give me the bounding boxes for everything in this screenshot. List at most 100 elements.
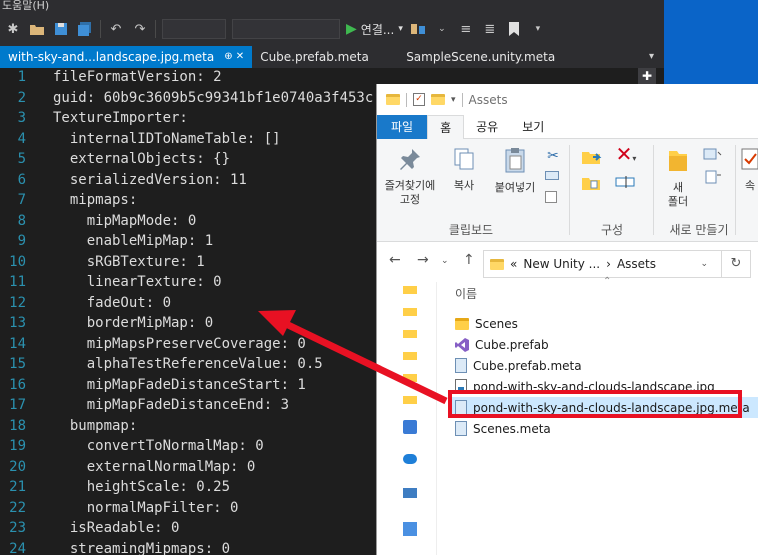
easy-access-button[interactable] [701, 169, 725, 189]
this-pc-icon[interactable] [403, 488, 417, 498]
address-overflow[interactable]: « [510, 257, 517, 271]
code-text: normalMapFilter: 0 [53, 499, 239, 516]
new-folder-button[interactable]: 새 폴더 [661, 147, 695, 209]
open-folder-icon[interactable] [28, 20, 46, 38]
properties-button[interactable]: 속 [739, 147, 758, 193]
redo-icon[interactable]: ↷ [131, 20, 149, 38]
line-number: 2 [17, 89, 26, 106]
folder-icon [386, 94, 400, 105]
toolbar-separator [155, 20, 156, 38]
nav-folder-icon[interactable] [403, 396, 417, 404]
network-icon[interactable] [403, 522, 417, 536]
list-item[interactable]: Cube.prefab.meta [451, 355, 758, 376]
list-item[interactable]: Cube.prefab [451, 334, 758, 355]
nav-folder-icon[interactable] [403, 330, 417, 338]
paste-button[interactable]: 붙여넣기 [489, 147, 541, 195]
new-folder-quick-icon[interactable] [431, 94, 445, 105]
line-number: 8 [17, 212, 26, 229]
new-project-icon[interactable]: ✱ [4, 20, 22, 38]
list-item[interactable]: Scenes.meta [451, 418, 758, 439]
pin-to-quick-access-button[interactable]: 즐겨찾기에 고정 [381, 147, 439, 207]
bookmark-icon[interactable] [505, 20, 523, 38]
tab-samplescene-meta[interactable]: SampleScene.unity.meta [398, 46, 563, 68]
code-text: bumpmap: [53, 417, 138, 434]
copy-path-button[interactable] [545, 171, 561, 180]
delete-button[interactable]: ✕▾ [611, 144, 641, 166]
overflow-icon[interactable]: ▾ [529, 20, 547, 38]
code-text: borderMipMap: 0 [53, 315, 214, 331]
breadcrumb-project[interactable]: New Unity ... [523, 257, 600, 271]
column-header-name[interactable]: 이름 [455, 285, 477, 302]
new-item-icon [703, 148, 722, 160]
code-text: linearTexture: 0 [53, 274, 222, 290]
code-text: internalIDToNameTable: [] [53, 130, 281, 147]
format-icon[interactable]: ≡ [457, 20, 475, 38]
toolbar-separator [100, 20, 101, 38]
rename-button[interactable] [613, 175, 639, 193]
address-dropdown-icon[interactable]: ⌄ [700, 259, 708, 269]
back-arrow-icon[interactable]: ← [389, 252, 401, 268]
line-number: 3 [17, 110, 26, 126]
copy-label: 복사 [453, 179, 475, 192]
new-group: 새 폴더 새로 만들기 [657, 139, 741, 242]
tab-landscape-meta[interactable]: with-sky-and...landscape.jpg.meta ⊕ ✕ [0, 46, 253, 68]
up-arrow-icon[interactable]: ↑ [463, 252, 475, 268]
line-number: 24 [9, 540, 26, 555]
move-to-button[interactable] [579, 149, 605, 169]
solution-explorer-icon[interactable] [409, 20, 427, 38]
code-text: fadeOut: 0 [53, 294, 172, 311]
breadcrumb-assets[interactable]: Assets [617, 257, 656, 271]
nav-folder-icon[interactable] [403, 352, 417, 360]
refresh-button[interactable]: ↻ [721, 250, 751, 278]
recent-locations-icon[interactable]: ⌄ [441, 256, 449, 266]
easy-access-icon [705, 170, 721, 184]
platform-combo[interactable] [232, 19, 340, 39]
tab-list-dropdown-icon[interactable]: ▾ [639, 46, 664, 68]
line-number: 9 [17, 233, 26, 249]
address-bar[interactable]: « New Unity ... › Assets ⌄ [483, 250, 743, 278]
organize-group-label: 구성 [600, 223, 624, 237]
undo-icon[interactable]: ↶ [107, 20, 125, 38]
list-item[interactable]: pond-with-sky-and-clouds-landscape.jpg [451, 376, 758, 397]
onedrive-icon[interactable] [403, 454, 417, 464]
new-item-button[interactable] [701, 147, 725, 167]
configuration-combo[interactable] [162, 19, 226, 39]
properties-icon[interactable]: ✓ [413, 93, 425, 106]
tab-view[interactable]: 보기 [510, 115, 556, 139]
line-number: 12 [9, 294, 26, 311]
nav-folder-icon[interactable] [403, 374, 417, 382]
code-text: TextureImporter: [53, 110, 188, 126]
nav-folder-icon[interactable] [403, 286, 417, 294]
copy-icon [449, 147, 479, 175]
pin-close-icon[interactable]: ⊕ ✕ [224, 46, 244, 68]
line-number: 1 [17, 69, 26, 85]
copy-to-button[interactable] [579, 175, 605, 195]
tab-label: with-sky-and...landscape.jpg.meta [8, 50, 215, 64]
nav-folder-icon[interactable] [403, 308, 417, 316]
line-number: 22 [9, 499, 26, 516]
tab-share[interactable]: 공유 [464, 115, 510, 139]
copy-button[interactable]: 복사 [449, 147, 479, 193]
list-item[interactable]: pond-with-sky-and-clouds-landscape.jpg.m… [451, 397, 758, 418]
dropdown-icon[interactable]: ⌄ [433, 20, 451, 38]
paste-shortcut-button[interactable] [545, 191, 561, 203]
forward-arrow-icon[interactable]: → [417, 252, 429, 268]
cut-button[interactable]: ✂ [545, 149, 561, 164]
attach-unity-button[interactable]: ▶ 연결... ▾ [346, 21, 403, 38]
breadcrumb-separator[interactable]: › [606, 257, 611, 271]
code-text: externalObjects: {} [53, 151, 231, 167]
save-icon[interactable] [52, 20, 70, 38]
split-editor-icon[interactable]: ✚ [638, 68, 656, 84]
code-text: heightScale: 0.25 [53, 479, 231, 495]
menu-help[interactable]: 도움말(H) [2, 0, 49, 12]
save-all-icon[interactable] [76, 20, 94, 38]
document-tabs: with-sky-and...landscape.jpg.meta ⊕ ✕ Cu… [0, 46, 664, 68]
copy-path-icon [545, 171, 559, 180]
chevron-down-icon[interactable]: ▾ [451, 95, 456, 105]
comment-icon[interactable]: ≣ [481, 20, 499, 38]
tab-file[interactable]: 파일 [377, 115, 428, 139]
tab-cube-prefab-meta[interactable]: Cube.prefab.meta [252, 46, 398, 68]
tab-home[interactable]: 홈 [427, 115, 465, 139]
list-item[interactable]: Scenes [451, 313, 758, 334]
3d-objects-icon[interactable] [403, 420, 417, 434]
